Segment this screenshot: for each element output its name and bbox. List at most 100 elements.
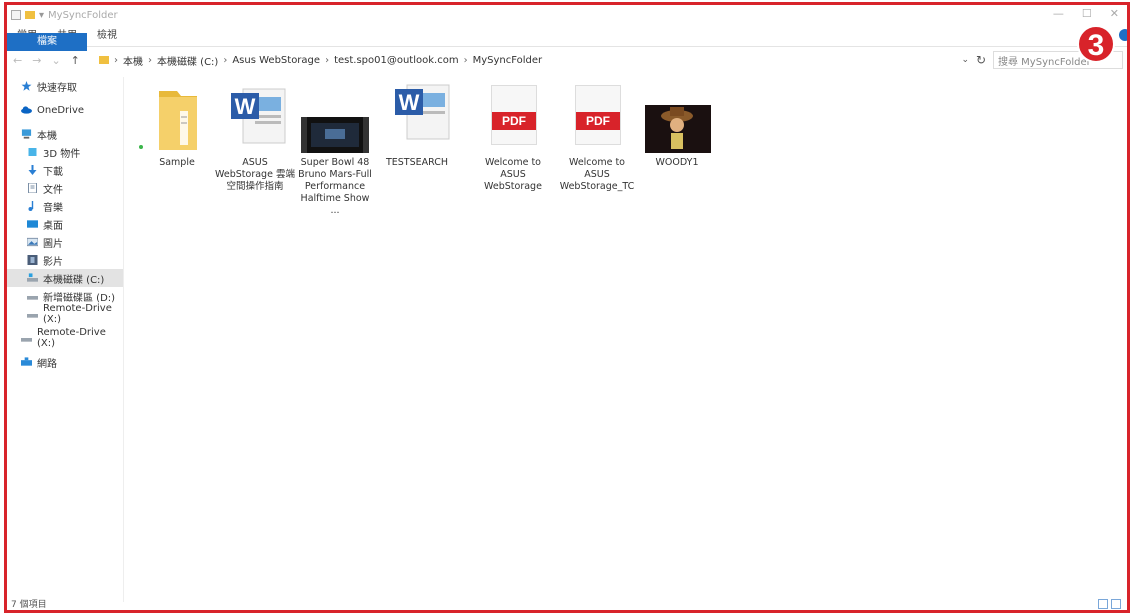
network-drive-icon (21, 338, 32, 342)
file-item-welcome-asus-webstorage-tc[interactable]: PDF Welcome to ASUS WebStorage_TC (557, 83, 637, 193)
breadcrumb-separator: › (463, 54, 468, 66)
sidebar-item-pictures[interactable]: 圖片 (7, 233, 123, 251)
document-icon (28, 183, 37, 193)
file-name: Welcome to ASUS WebStorage (484, 157, 542, 192)
sidebar-item-label: 音樂 (43, 202, 63, 214)
sidebar-item-label: 影片 (43, 256, 63, 268)
sidebar-item-label: 網路 (37, 358, 57, 370)
sidebar-item-music[interactable]: 音樂 (7, 197, 123, 215)
navigation-pane: 快速存取 OneDrive 本機 3D 物件 下載 文件 音樂 桌面 圖片 影片… (7, 77, 124, 602)
properties-icon[interactable] (11, 10, 21, 20)
refresh-icon[interactable]: ↻ (969, 53, 993, 67)
breadcrumb-mysyncfolder[interactable]: MySyncFolder (473, 55, 543, 66)
help-icon[interactable] (1119, 29, 1127, 41)
video-thumbnail-icon (301, 117, 369, 153)
network-drive-icon (27, 314, 38, 318)
customize-toolbar-icon[interactable]: ▾ (39, 10, 44, 21)
breadcrumb-separator: › (114, 54, 118, 66)
sync-status-icon (139, 145, 143, 149)
folder-icon (99, 56, 109, 64)
file-item-welcome-asus-webstorage[interactable]: PDF Welcome to ASUS WebStorage (473, 83, 553, 193)
sidebar-item-quick-access[interactable]: 快速存取 (7, 77, 123, 95)
minimize-icon[interactable]: — (1053, 7, 1064, 20)
pictures-icon (27, 237, 38, 247)
up-arrow-icon[interactable]: ↑ (71, 54, 80, 67)
network-icon (21, 357, 32, 366)
sidebar-item-videos[interactable]: 影片 (7, 251, 123, 269)
file-item-sample[interactable]: Sample (137, 83, 217, 169)
file-name: Super Bowl 48 Bruno Mars-Full Performanc… (298, 157, 372, 216)
sidebar-item-3d-objects[interactable]: 3D 物件 (7, 143, 123, 161)
word-document-icon: W (231, 88, 286, 144)
image-thumbnail-icon (645, 105, 711, 153)
file-item-asus-guide[interactable]: W ASUS WebStorage 雲端空間操作指南 (215, 83, 295, 193)
video-icon (27, 255, 38, 265)
svg-text:W: W (399, 90, 420, 115)
recent-dropdown-icon[interactable]: ⌄ (51, 54, 60, 67)
desktop-icon (27, 220, 38, 228)
breadcrumb-this-pc[interactable]: 本機 (123, 53, 143, 68)
breadcrumb-local-disk[interactable]: 本機磁碟 (C:) (157, 53, 218, 68)
breadcrumb-separator: › (148, 54, 152, 66)
pdf-document-icon: PDF (491, 85, 537, 145)
sidebar-item-remote-drive-x-root[interactable]: Remote-Drive (X:) (7, 327, 123, 349)
explorer-window: ▾ MySyncFolder — ☐ ✕ 檔案 常用 共用 檢視 ← → ⌄ ↑… (4, 2, 1130, 613)
sidebar-item-label: Remote-Drive (X:) (43, 303, 112, 325)
file-name: Sample (159, 157, 195, 168)
sidebar-item-this-pc[interactable]: 本機 (7, 125, 123, 143)
folder-icon (139, 91, 197, 150)
drive-icon (27, 296, 38, 300)
quick-access-toolbar: ▾ (7, 10, 44, 21)
sidebar-item-label: 本機磁碟 (C:) (43, 274, 105, 286)
tab-view[interactable]: 檢視 (87, 27, 127, 45)
sidebar-item-remote-drive-x[interactable]: Remote-Drive (X:) (7, 303, 123, 325)
sidebar-item-label: 文件 (43, 184, 63, 196)
item-count: 7 個項目 (11, 599, 47, 610)
sidebar-item-label: 下載 (43, 166, 63, 178)
step-number-badge: 3 (1077, 25, 1115, 63)
sidebar-item-label: 新增磁碟區 (D:) (43, 292, 116, 304)
computer-icon (21, 129, 32, 139)
file-name: Welcome to ASUS WebStorage_TC (559, 157, 635, 192)
pdf-badge: PDF (492, 112, 536, 130)
title-bar: ▾ MySyncFolder — ☐ ✕ (7, 5, 1127, 25)
breadcrumb-account[interactable]: test.spo01@outlook.com (334, 55, 459, 66)
nav-buttons: ← → ⌄ ↑ (7, 54, 95, 67)
sidebar-item-label: 3D 物件 (43, 148, 81, 160)
sidebar-item-onedrive[interactable]: OneDrive (7, 101, 123, 119)
download-icon (28, 165, 37, 175)
breadcrumb-separator: › (223, 54, 228, 66)
sidebar-item-documents[interactable]: 文件 (7, 179, 123, 197)
details-view-icon[interactable] (1098, 599, 1108, 609)
address-bar[interactable]: › 本機 › 本機磁碟 (C:) › Asus WebStorage › tes… (95, 51, 969, 69)
breadcrumb-separator: › (325, 54, 330, 66)
file-list-view: Sample W ASUS WebStorage 雲端空間操作指南 Super … (125, 75, 1127, 600)
sidebar-item-desktop[interactable]: 桌面 (7, 215, 123, 233)
svg-text:W: W (235, 94, 256, 119)
pdf-badge: PDF (576, 112, 620, 130)
file-item-super-bowl-video[interactable]: Super Bowl 48 Bruno Mars-Full Performanc… (295, 83, 375, 217)
status-bar: 7 個項目 (7, 596, 1127, 610)
sidebar-item-network[interactable]: 網路 (7, 353, 123, 371)
sidebar-item-local-disk-c[interactable]: 本機磁碟 (C:) (7, 269, 123, 287)
sidebar-item-downloads[interactable]: 下載 (7, 161, 123, 179)
breadcrumb-asus-webstorage[interactable]: Asus WebStorage (232, 55, 320, 66)
large-icons-view-icon[interactable] (1111, 599, 1121, 609)
ribbon-tabs: 檔案 常用 共用 檢視 (7, 25, 1127, 51)
forward-arrow-icon[interactable]: → (32, 54, 41, 67)
back-arrow-icon[interactable]: ← (13, 54, 22, 67)
maximize-icon[interactable]: ☐ (1082, 7, 1092, 20)
window-title: MySyncFolder (48, 9, 118, 21)
new-folder-icon[interactable] (25, 11, 35, 19)
search-placeholder: 搜尋 MySyncFolder (998, 56, 1091, 68)
file-item-testsearch[interactable]: W TESTSEARCH (377, 83, 457, 169)
file-name: ASUS WebStorage 雲端空間操作指南 (215, 157, 295, 192)
sidebar-item-label: OneDrive (37, 104, 85, 116)
star-icon (21, 81, 32, 91)
close-icon[interactable]: ✕ (1110, 7, 1119, 20)
file-item-woody1[interactable]: WOODY1 (637, 83, 717, 169)
sidebar-item-label: Remote-Drive (X:) (37, 327, 106, 349)
cube-icon (28, 148, 37, 156)
view-toggle (1098, 599, 1121, 609)
address-dropdown-icon[interactable]: ⌄ (961, 55, 969, 65)
